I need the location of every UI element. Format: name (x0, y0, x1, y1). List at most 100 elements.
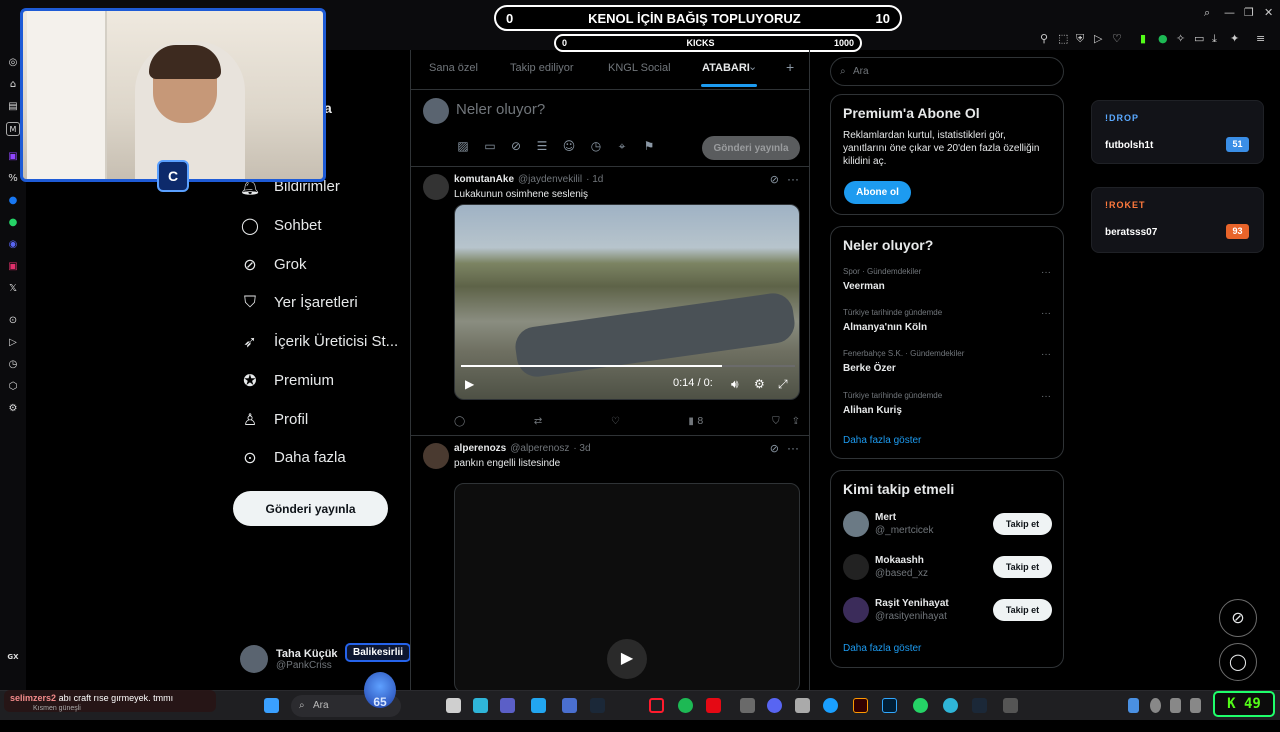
tweet-author-handle[interactable]: @alperenosz (510, 443, 569, 454)
opera-gx-icon[interactable] (649, 698, 664, 713)
steam-icon[interactable] (972, 698, 987, 713)
compose-post-button[interactable]: Gönderi yayınla (702, 136, 800, 160)
gif-icon[interactable]: ▭ (483, 139, 497, 153)
extension-kick-icon[interactable]: ▮ (1140, 32, 1146, 45)
volume-icon[interactable] (1190, 698, 1201, 713)
wallet-icon[interactable]: ▭ (1194, 32, 1204, 45)
nav-item-grok[interactable]: ⊘ Grok (240, 249, 306, 279)
screenshot-icon[interactable]: ⬚ (1058, 32, 1068, 45)
fullscreen-icon[interactable]: ⤢ (778, 377, 788, 392)
spotify-icon[interactable] (678, 698, 693, 713)
trend-item[interactable]: Fenerbahçe S.K. · Gündemdekiler Berke Öze… (843, 349, 964, 374)
tweet[interactable]: komutanAke @jaydenvekilil · 1d ⊘ ··· Luk… (411, 168, 809, 436)
player-icon[interactable]: ⊙ (6, 314, 20, 328)
more-options-icon[interactable]: ··· (787, 441, 799, 455)
tray-icon[interactable] (1150, 698, 1161, 713)
grok-fab-icon[interactable]: ⊘ (1219, 599, 1257, 637)
minimize-icon[interactable]: — (1224, 6, 1235, 19)
heart-icon[interactable]: ♡ (1112, 32, 1122, 45)
app-icon[interactable] (1003, 698, 1018, 713)
nav-item-bookmarks[interactable]: ⛉ Yer İşaretleri (240, 287, 358, 317)
shop-icon[interactable]: ⌂ (6, 78, 20, 92)
settings-icon[interactable]: ⚙ (754, 377, 765, 391)
follow-button[interactable]: Takip et (993, 599, 1052, 621)
video-progress-bar[interactable] (461, 365, 795, 367)
instagram-icon[interactable]: ▣ (6, 260, 20, 274)
netflix-icon[interactable] (706, 698, 721, 713)
views-stat[interactable]: ▮ 8 (688, 416, 703, 427)
pin-icon[interactable]: ⚲ (1040, 32, 1048, 45)
tweet-video[interactable]: ▶ 0:14 / 0: 🔊︎ ⚙ ⤢ (454, 204, 800, 400)
tab-for-you[interactable]: Sana özel (429, 62, 478, 74)
more-options-icon[interactable]: ··· (787, 172, 799, 186)
tab-atabari[interactable]: ATABARI (702, 62, 750, 74)
follow-suggestion[interactable]: Mert @_mertcicek (843, 511, 934, 537)
messages-fab-icon[interactable]: ◯ (1219, 643, 1257, 681)
more-options-icon[interactable]: ··· (1041, 267, 1051, 278)
twitch-icon[interactable]: ▣ (6, 150, 20, 164)
x-icon[interactable]: 𝕏 (6, 282, 20, 296)
nav-item-profile[interactable]: ♙ Profil (240, 404, 308, 434)
teams-icon[interactable] (500, 698, 515, 713)
discord-icon[interactable] (767, 698, 782, 713)
post-button[interactable]: Gönderi yayınla (233, 491, 388, 526)
chevron-down-icon[interactable]: ⌄ (748, 60, 757, 73)
grok-icon[interactable]: ⊘ (509, 139, 523, 153)
follow-suggestion[interactable]: Raşit Yenihayat @rasityenihayat (843, 597, 949, 623)
bookmark-icon[interactable]: ⛉ (772, 416, 780, 427)
image-icon[interactable]: ▨ (456, 139, 470, 153)
nav-item-chat[interactable]: ◯ Sohbet (240, 210, 322, 240)
nav-item-creator-studio[interactable]: ➶ İçerik Üreticisi St... (240, 326, 398, 356)
send-icon[interactable]: ▷ (6, 336, 20, 350)
extension-icon[interactable]: ● (1158, 32, 1168, 45)
edge-icon[interactable] (943, 698, 958, 713)
steam-icon[interactable] (590, 698, 605, 713)
show-more-link[interactable]: Daha fazla göster (843, 643, 921, 654)
trend-item[interactable]: Türkiye tarihinde gündemde Alihan Kuriş (843, 391, 942, 416)
percent-icon[interactable]: % (6, 172, 20, 186)
account-switcher[interactable]: Taha Küçük @PankCriss (240, 642, 338, 676)
search-icon[interactable]: ⌕ (1204, 6, 1210, 20)
play-icon[interactable]: ▶ (607, 639, 647, 679)
extensions-puzzle-icon[interactable]: ✧ (1176, 32, 1185, 45)
task-view-icon[interactable] (446, 698, 461, 713)
reply-icon[interactable]: ◯ (454, 416, 465, 427)
close-icon[interactable]: ✕ (1264, 6, 1273, 19)
mic-icon[interactable] (1170, 698, 1181, 713)
volume-icon[interactable]: 🔊︎ (731, 377, 739, 392)
discord-icon[interactable]: ◉ (6, 238, 20, 252)
menu-icon[interactable]: ≡ (1256, 32, 1265, 45)
share-icon[interactable]: ⇪ (792, 416, 800, 427)
music-icon[interactable]: M (6, 122, 20, 136)
tweet[interactable]: alperenozs @alperenosz · 3d ⊘ ··· pankın… (411, 437, 809, 697)
app-icon[interactable] (823, 698, 838, 713)
follow-suggestion[interactable]: Mokaashh @based_xz (843, 554, 928, 580)
play-icon[interactable]: ▷ (1094, 32, 1102, 45)
photoshop-icon[interactable] (882, 698, 897, 713)
restore-icon[interactable]: ❐ (1244, 6, 1254, 19)
whatsapp-icon[interactable] (913, 698, 928, 713)
messenger-icon[interactable]: ● (6, 194, 20, 208)
whatsapp-icon[interactable]: ● (6, 216, 20, 230)
schedule-icon[interactable]: ◷ (589, 139, 603, 153)
compose-input[interactable]: Neler oluyor? (456, 101, 545, 118)
grok-icon[interactable]: ⊘ (770, 442, 779, 455)
grok-icon[interactable]: ⊘ (770, 173, 779, 186)
app-icon[interactable] (740, 698, 755, 713)
show-more-link[interactable]: Daha fazla göster (843, 435, 921, 446)
tab-kngl-social[interactable]: KNGL Social (608, 62, 671, 74)
add-tab-icon[interactable]: + (786, 59, 794, 75)
nav-item-more[interactable]: ⊙ Daha fazla (240, 442, 345, 472)
tweet-author-name[interactable]: komutanAke (454, 174, 514, 185)
home-icon[interactable]: ◎ (6, 56, 20, 70)
more-options-icon[interactable]: ··· (1041, 308, 1051, 319)
play-icon[interactable]: ▶ (465, 377, 474, 391)
follow-button[interactable]: Takip et (993, 556, 1052, 578)
news-icon[interactable]: ▤ (6, 100, 20, 114)
tweet-author-handle[interactable]: @jaydenvekilil (518, 174, 582, 185)
ai-icon[interactable]: ✦ (1230, 32, 1239, 45)
history-icon[interactable]: ◷ (6, 358, 20, 372)
search-input[interactable]: ⌕ Ara (830, 57, 1064, 86)
tab-following[interactable]: Takip ediliyor (510, 62, 574, 74)
subscribe-button[interactable]: Abone ol (844, 181, 911, 204)
